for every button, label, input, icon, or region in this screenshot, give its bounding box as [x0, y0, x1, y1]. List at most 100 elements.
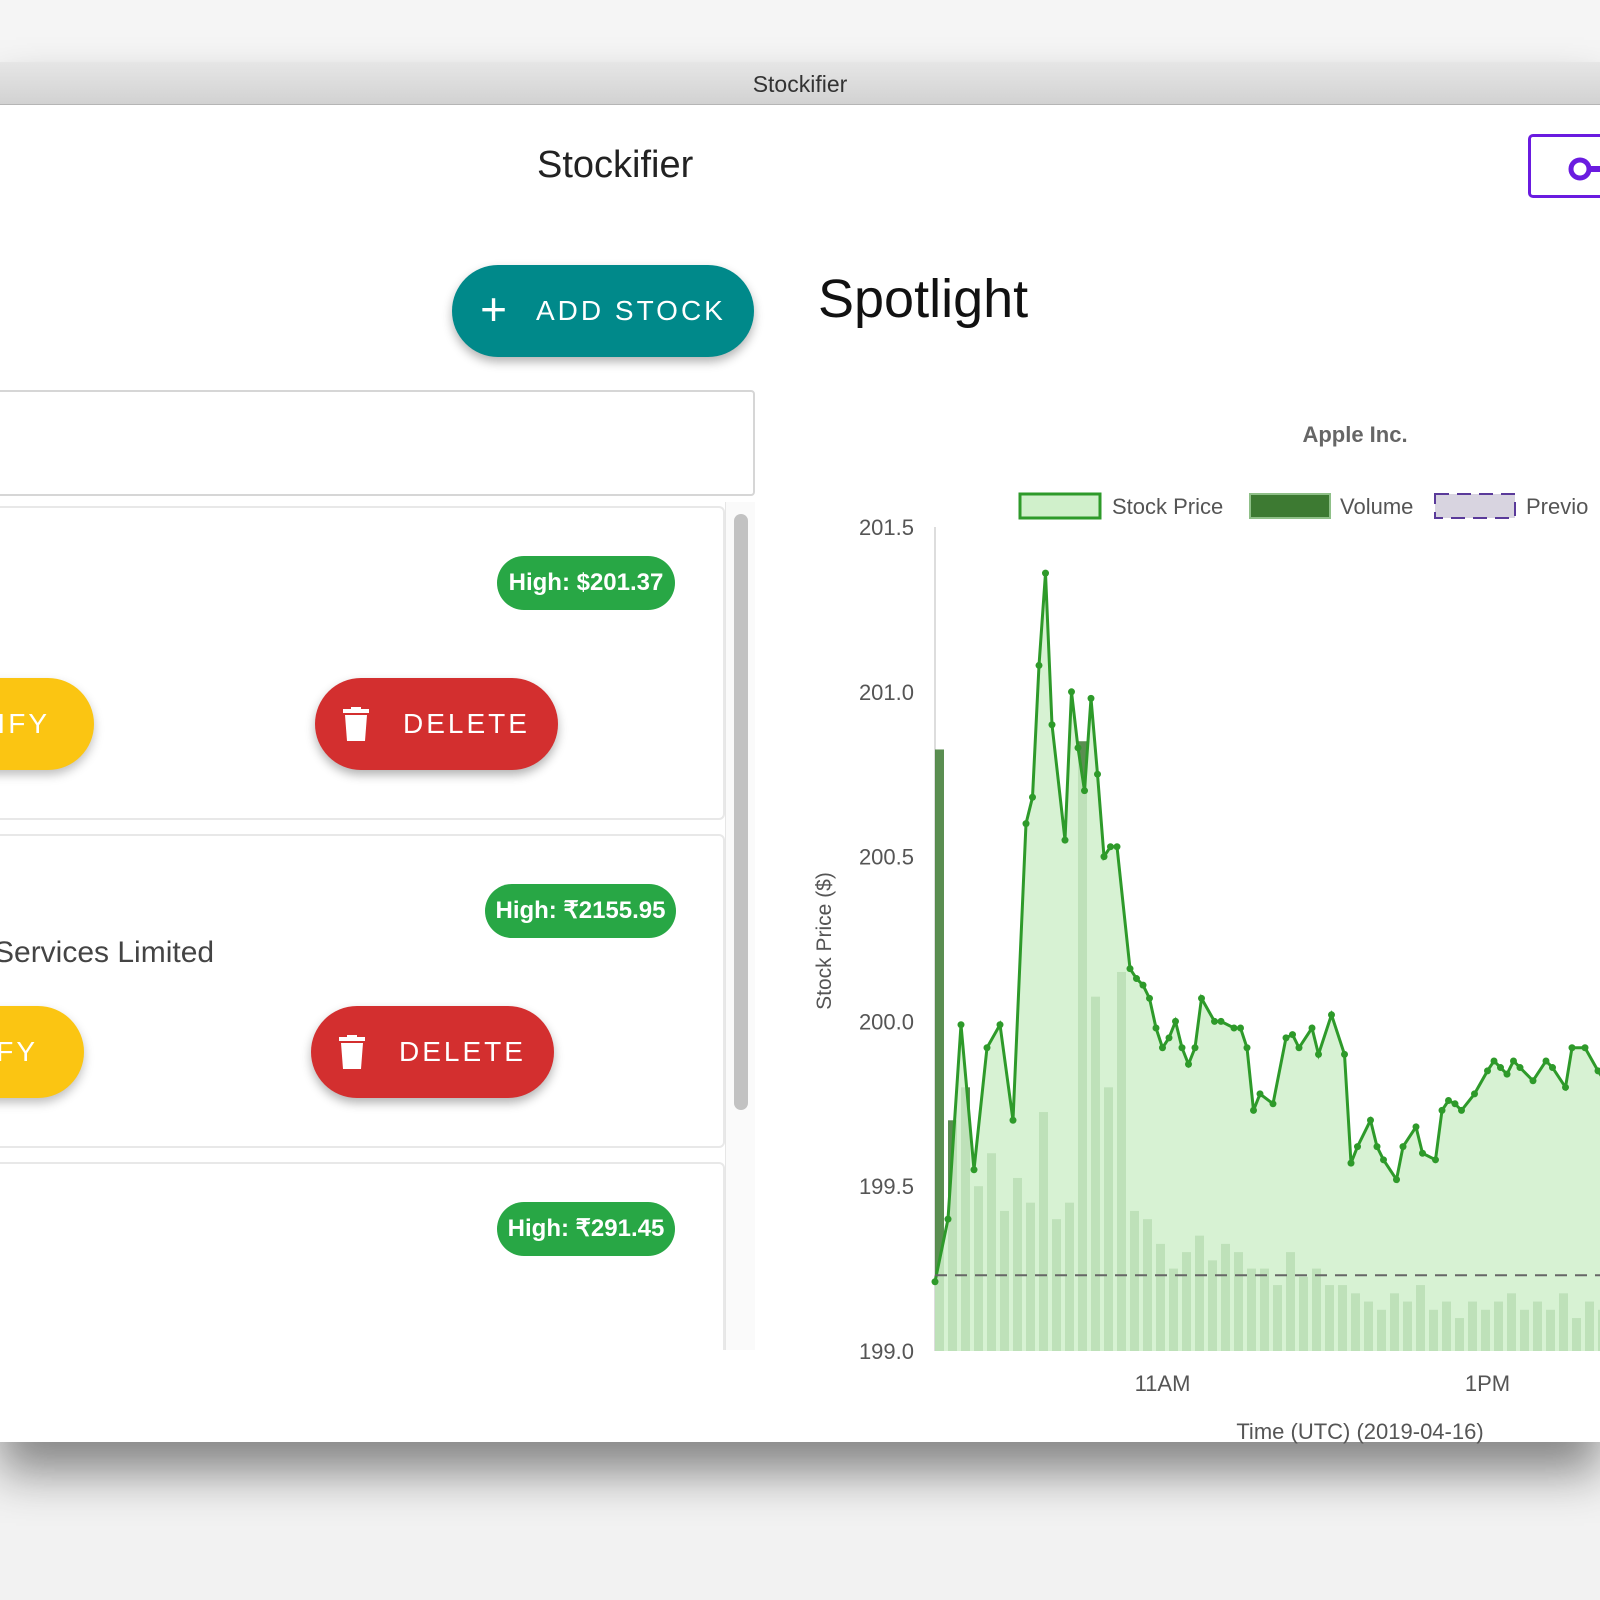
scrollbar-thumb[interactable] — [734, 514, 748, 1110]
stock-list: High: $201.37 TIFY DELETE High: ₹2155.95… — [0, 502, 755, 1350]
price-point — [1568, 1044, 1576, 1052]
price-point — [1100, 853, 1108, 861]
price-point — [1328, 1011, 1335, 1019]
legend-label-price: Stock Price — [1112, 494, 1223, 519]
high-badge: High: $201.37 — [497, 556, 675, 610]
price-point — [1243, 1044, 1251, 1052]
price-point — [1445, 1097, 1452, 1105]
price-point — [1022, 820, 1030, 828]
price-point — [1367, 1116, 1374, 1124]
price-point — [1126, 965, 1134, 973]
price-point — [1074, 744, 1082, 752]
delete-button[interactable]: DELETE — [315, 678, 558, 770]
delete-label: DELETE — [403, 708, 530, 739]
y-tick-label: 201.0 — [859, 680, 914, 705]
price-point — [1256, 1090, 1264, 1098]
plus-icon: + — [480, 283, 510, 335]
legend-label-previous: Previo — [1526, 494, 1588, 519]
y-tick-label: 199.5 — [859, 1174, 914, 1199]
price-point — [1393, 1176, 1400, 1184]
price-point — [1165, 1034, 1173, 1042]
price-point — [1549, 1064, 1556, 1072]
x-tick-label: 1PM — [1465, 1371, 1510, 1396]
price-point — [1133, 975, 1140, 983]
stock-card: High: ₹291.45 — [0, 1162, 725, 1350]
price-point — [1438, 1106, 1446, 1114]
price-point — [1458, 1106, 1465, 1114]
key-button[interactable] — [1528, 134, 1600, 198]
company-name: Services Limited — [0, 936, 215, 969]
price-point — [1081, 787, 1088, 795]
price-point — [1094, 770, 1101, 778]
price-point — [1490, 1057, 1498, 1065]
price-point — [1289, 1031, 1296, 1039]
price-point — [1542, 1057, 1550, 1065]
notify-button[interactable]: IFY — [0, 1006, 84, 1098]
price-point — [1510, 1057, 1517, 1065]
price-area — [935, 573, 1600, 1351]
y-tick-label: 199.0 — [859, 1339, 914, 1364]
key-icon — [1568, 157, 1600, 181]
add-stock-button[interactable]: + ADD STOCK — [452, 265, 754, 357]
high-badge: High: ₹2155.95 — [485, 884, 676, 938]
price-point — [1529, 1077, 1537, 1085]
price-point — [1048, 721, 1056, 729]
price-point — [1107, 843, 1114, 851]
y-tick-label: 200.0 — [859, 1009, 914, 1034]
price-point — [1471, 1090, 1478, 1098]
price-point — [1198, 994, 1205, 1002]
price-point — [1380, 1156, 1387, 1164]
price-point — [1146, 994, 1153, 1002]
price-point — [1282, 1034, 1290, 1042]
delete-label: DELETE — [399, 1036, 526, 1067]
price-point — [1042, 569, 1049, 577]
price-point — [1217, 1017, 1225, 1025]
window-titlebar[interactable]: Stockifier — [0, 62, 1600, 105]
x-axis-label: Time (UTC) (2019-04-16) — [1236, 1419, 1483, 1444]
chart-legend[interactable]: Stock Price Volume Previo — [1018, 492, 1588, 520]
price-point — [1035, 661, 1043, 669]
price-point — [1581, 1044, 1589, 1052]
trash-icon — [339, 1035, 366, 1069]
desktop-background — [0, 0, 1600, 62]
price-point — [983, 1044, 991, 1052]
price-point — [1354, 1143, 1361, 1151]
price-point — [1269, 1100, 1277, 1108]
price-point — [1178, 1044, 1186, 1052]
price-point — [1451, 1100, 1459, 1108]
price-point — [1308, 1024, 1316, 1032]
price-point — [1211, 1017, 1218, 1025]
spotlight-heading: Spotlight — [818, 269, 1029, 329]
legend-swatch-price — [1018, 492, 1102, 520]
y-tick-label: 201.5 — [859, 515, 914, 540]
price-point — [1373, 1143, 1381, 1151]
delete-button[interactable]: DELETE — [311, 1006, 554, 1098]
price-point — [931, 1278, 939, 1286]
legend-label-volume: Volume — [1340, 494, 1413, 519]
price-point — [1068, 688, 1075, 696]
y-tick-label: 200.5 — [859, 845, 914, 870]
legend-swatch-volume — [1249, 493, 1331, 519]
legend-swatch-previous — [1434, 493, 1516, 519]
price-point — [1237, 1024, 1244, 1032]
search-input[interactable] — [0, 390, 755, 496]
y-axis-label: Stock Price ($) — [813, 872, 836, 1010]
app-title: Stockifier — [537, 144, 694, 186]
price-point — [1419, 1149, 1426, 1157]
price-point — [944, 1215, 952, 1223]
price-point — [1009, 1116, 1017, 1124]
stock-chart: Apple Inc. Stock Price Volume Previo 201… — [813, 422, 1600, 1444]
price-point — [1172, 1017, 1179, 1025]
price-point — [970, 1166, 978, 1174]
x-axis: 11AM 1PM — [1135, 1371, 1511, 1396]
y-axis: 201.5 201.0 200.5 200.0 199.5 199.0 — [859, 515, 936, 1364]
stock-card: High: $201.37 TIFY DELETE — [0, 506, 725, 820]
stock-card: High: ₹2155.95 Services Limited IFY DELE… — [0, 834, 725, 1148]
price-point — [1230, 1024, 1238, 1032]
price-point — [1152, 1024, 1160, 1032]
price-point — [1432, 1156, 1439, 1164]
price-point — [1295, 1044, 1303, 1052]
price-point — [1497, 1064, 1504, 1072]
notify-button[interactable]: TIFY — [0, 678, 94, 770]
price-point — [1250, 1106, 1257, 1114]
